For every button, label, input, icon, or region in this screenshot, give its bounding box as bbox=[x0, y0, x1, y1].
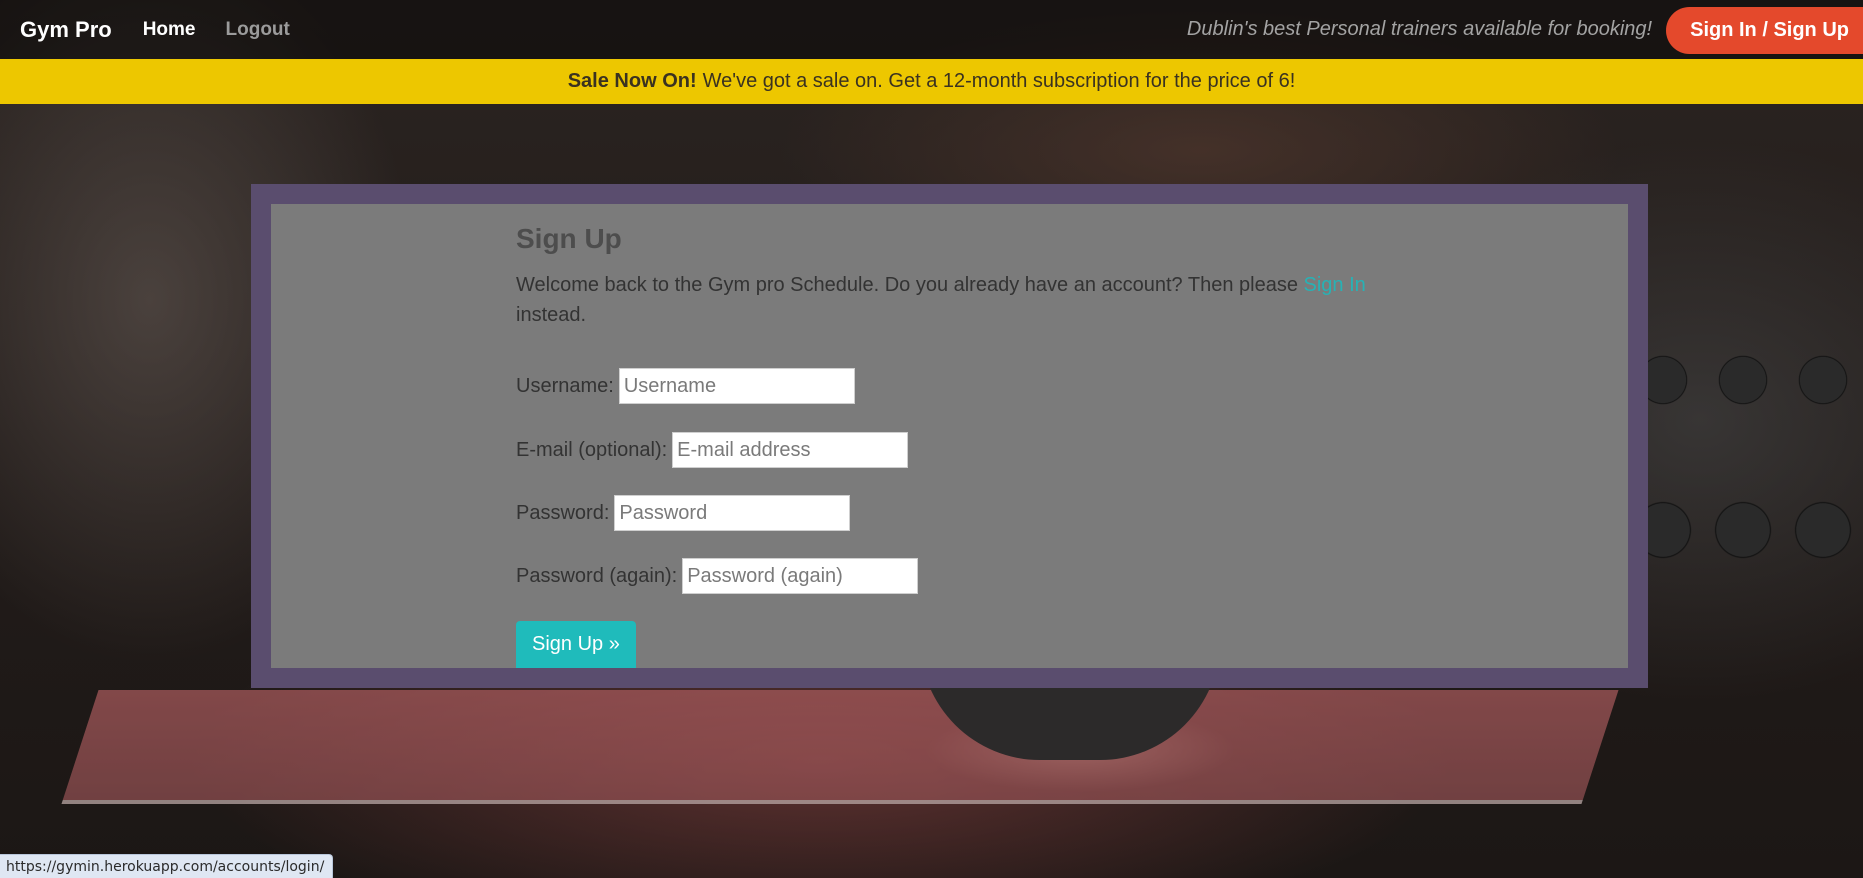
password-again-input[interactable] bbox=[682, 558, 919, 594]
navbar-tagline: Dublin's best Personal trainers availabl… bbox=[1186, 18, 1653, 40]
signin-link[interactable]: Sign In bbox=[1304, 274, 1366, 296]
username-input[interactable] bbox=[618, 368, 855, 404]
password-label: Password: bbox=[516, 501, 610, 524]
background-exercise-mat bbox=[61, 690, 1619, 804]
signup-intro: Welcome back to the Gym pro Schedule. Do… bbox=[516, 270, 1376, 330]
background-dumbbell-rack bbox=[1623, 330, 1863, 630]
signup-panel-body: Sign Up Welcome back to the Gym pro Sche… bbox=[271, 204, 1628, 668]
password-row: Password: bbox=[516, 495, 851, 531]
intro-text-after: instead. bbox=[516, 304, 587, 326]
brand-logo[interactable]: Gym Pro bbox=[20, 17, 112, 43]
password-input[interactable] bbox=[614, 495, 851, 531]
password-again-row: Password (again): bbox=[516, 558, 919, 594]
intro-text: Welcome back to the Gym pro Schedule. Do… bbox=[516, 274, 1304, 296]
email-input[interactable] bbox=[672, 432, 909, 468]
signin-signup-button[interactable]: Sign In / Sign Up bbox=[1666, 6, 1863, 54]
page-title: Sign Up bbox=[516, 223, 622, 254]
username-row: Username: bbox=[516, 368, 855, 404]
email-label: E-mail (optional): bbox=[516, 438, 668, 461]
sale-banner-text: We've got a sale on. Get a 12-month subs… bbox=[702, 70, 1296, 92]
signup-panel: Sign Up Welcome back to the Gym pro Sche… bbox=[251, 184, 1648, 688]
nav-logout-link[interactable]: Logout bbox=[226, 19, 290, 41]
nav-home-link[interactable]: Home bbox=[143, 19, 196, 41]
password-again-label: Password (again): bbox=[516, 564, 678, 587]
signup-submit-button[interactable]: Sign Up » bbox=[516, 621, 636, 668]
browser-status-bar: https://gymin.herokuapp.com/accounts/log… bbox=[0, 854, 334, 878]
sale-banner-heading: Sale Now On! bbox=[567, 70, 697, 92]
email-row: E-mail (optional): bbox=[516, 432, 909, 468]
username-label: Username: bbox=[516, 374, 614, 397]
top-navbar: Gym Pro Home Logout Dublin's best Person… bbox=[0, 0, 1863, 59]
sale-banner: Sale Now On! We've got a sale on. Get a … bbox=[0, 59, 1863, 104]
